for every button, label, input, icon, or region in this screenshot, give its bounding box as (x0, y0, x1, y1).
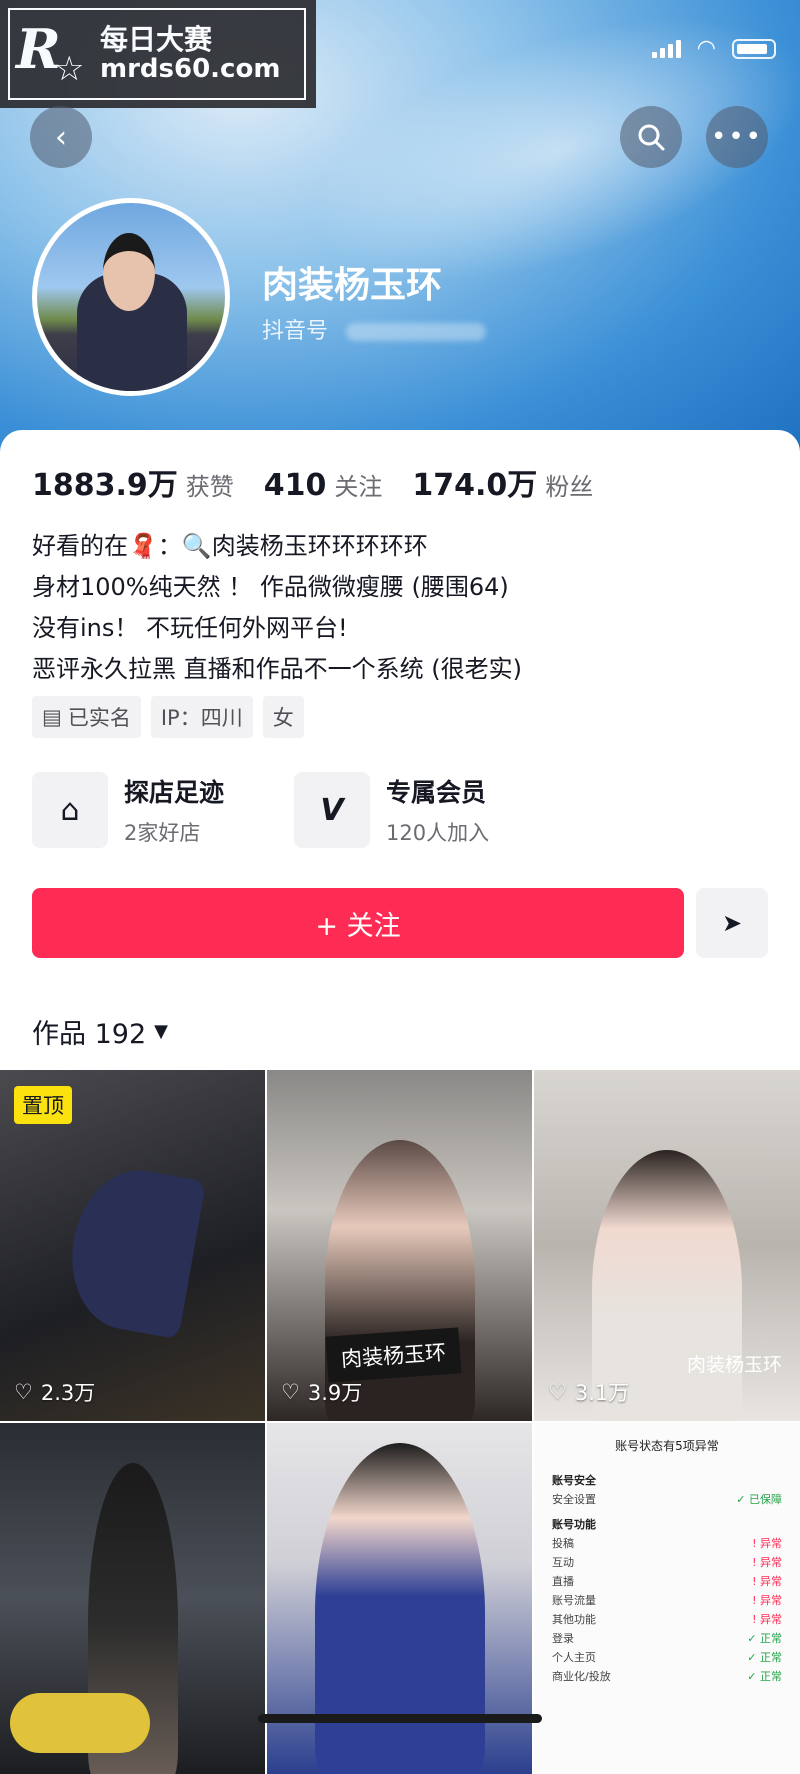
video-thumbnail[interactable] (0, 1423, 265, 1774)
watermark: R ☆ 每日大赛 mrds60.com (0, 0, 316, 108)
douyin-id: 抖音号 (262, 313, 487, 345)
stat-following[interactable]: 410 关注 (264, 467, 383, 503)
video-thumbnail[interactable]: 账号状态有5项异常 账号安全 安全设置 ✓ 已保障 账号功能 投稿! 异常 互动!… (534, 1423, 800, 1774)
id-card-icon: ▤ (42, 705, 62, 729)
share-button[interactable]: ➤ (696, 888, 768, 958)
like-count: ♡ 3.9万 (281, 1380, 363, 1405)
signal-icon (651, 39, 681, 58)
shop-visits-entry[interactable]: ⌂ 探店足迹 2家好店 (32, 772, 224, 848)
search-icon (638, 124, 665, 151)
works-tab[interactable]: 作品 192 ▼ (32, 1012, 168, 1051)
search-button[interactable] (620, 106, 682, 168)
stat-likes[interactable]: 1883.9万 获赞 (32, 460, 234, 504)
caret-down-icon: ▼ (154, 1021, 168, 1042)
bio-line: 好看的在🧣：🔍肉装杨玉环环环环环 (32, 532, 428, 560)
like-count: ♡ 3.1万 (548, 1380, 630, 1405)
video-thumbnail[interactable]: 置顶 ♡ 2.3万 (0, 1070, 265, 1421)
stat-followers[interactable]: 174.0万 粉丝 (412, 460, 593, 504)
bio-line: 恶评永久拉黑 直播和作品不一个系统 (很老实) (32, 655, 522, 683)
chevron-left-icon: ‹ (55, 119, 67, 155)
video-thumbnail[interactable]: 肉装杨玉环 ♡ 3.9万 (267, 1070, 532, 1421)
account-status-screenshot: 账号状态有5项异常 账号安全 安全设置 ✓ 已保障 账号功能 投稿! 异常 互动!… (552, 1439, 782, 1683)
membership-entry[interactable]: V 专属会员 120人加入 (294, 772, 489, 848)
vip-icon: V (294, 772, 370, 848)
pinned-badge: 置顶 (14, 1086, 72, 1124)
heart-icon: ♡ (281, 1380, 300, 1404)
star-icon: ☆ (54, 49, 85, 89)
douyin-id-value-blurred (346, 323, 487, 341)
wifi-icon: ◠ (696, 36, 716, 61)
heart-icon: ♡ (14, 1380, 33, 1404)
store-icon: ⌂ (32, 772, 108, 848)
back-button[interactable]: ‹ (30, 106, 92, 168)
video-thumbnail[interactable]: 肉装杨玉环 ♡ 3.1万 (534, 1070, 800, 1421)
tag-gender: 女 (262, 696, 304, 738)
follow-button[interactable]: + 关注 (32, 888, 684, 958)
bio-line: 身材100%纯天然 ！ 作品微微瘦腰 (腰围64) (32, 573, 509, 601)
more-icon: ••• (710, 122, 763, 152)
watermark-title: 每日大赛 (100, 23, 213, 56)
status-bar: ◠ (651, 36, 776, 61)
like-count: ♡ 2.3万 (14, 1380, 96, 1405)
more-button[interactable]: ••• (706, 106, 768, 168)
battery-icon (732, 38, 776, 59)
home-indicator[interactable] (258, 1714, 542, 1723)
watermark-url: mrds60.com (100, 54, 281, 84)
video-caption: 肉装杨玉环 (686, 1354, 782, 1376)
profile-name: 肉装杨玉环 (262, 265, 443, 306)
bio-line: 没有ins！ 不玩任何外网平台! (32, 614, 348, 642)
bio: 好看的在🧣：🔍肉装杨玉环环环环环 身材100%纯天然 ！ 作品微微瘦腰 (腰围6… (32, 526, 522, 690)
heart-icon: ♡ (548, 1380, 567, 1404)
profile-stats: 1883.9万 获赞 410 关注 174.0万 粉丝 (32, 460, 593, 504)
video-caption: 肉装杨玉环 (325, 1327, 462, 1383)
send-icon: ➤ (721, 909, 743, 937)
tag-ip: IP：四川 (150, 696, 253, 738)
profile-card: 1883.9万 获赞 410 关注 174.0万 粉丝 好看的在🧣：🔍肉装杨玉环环环环… (0, 430, 800, 1774)
avatar[interactable] (32, 198, 230, 396)
profile-tags: ▤ 已实名 IP：四川 女 (32, 696, 304, 738)
tag-verified: ▤ 已实名 (32, 696, 141, 738)
video-grid: 置顶 ♡ 2.3万 肉装杨玉环 ♡ 3.9万 肉装杨玉环 ♡ 3.1万 账号状态有5项… (0, 1070, 800, 1774)
